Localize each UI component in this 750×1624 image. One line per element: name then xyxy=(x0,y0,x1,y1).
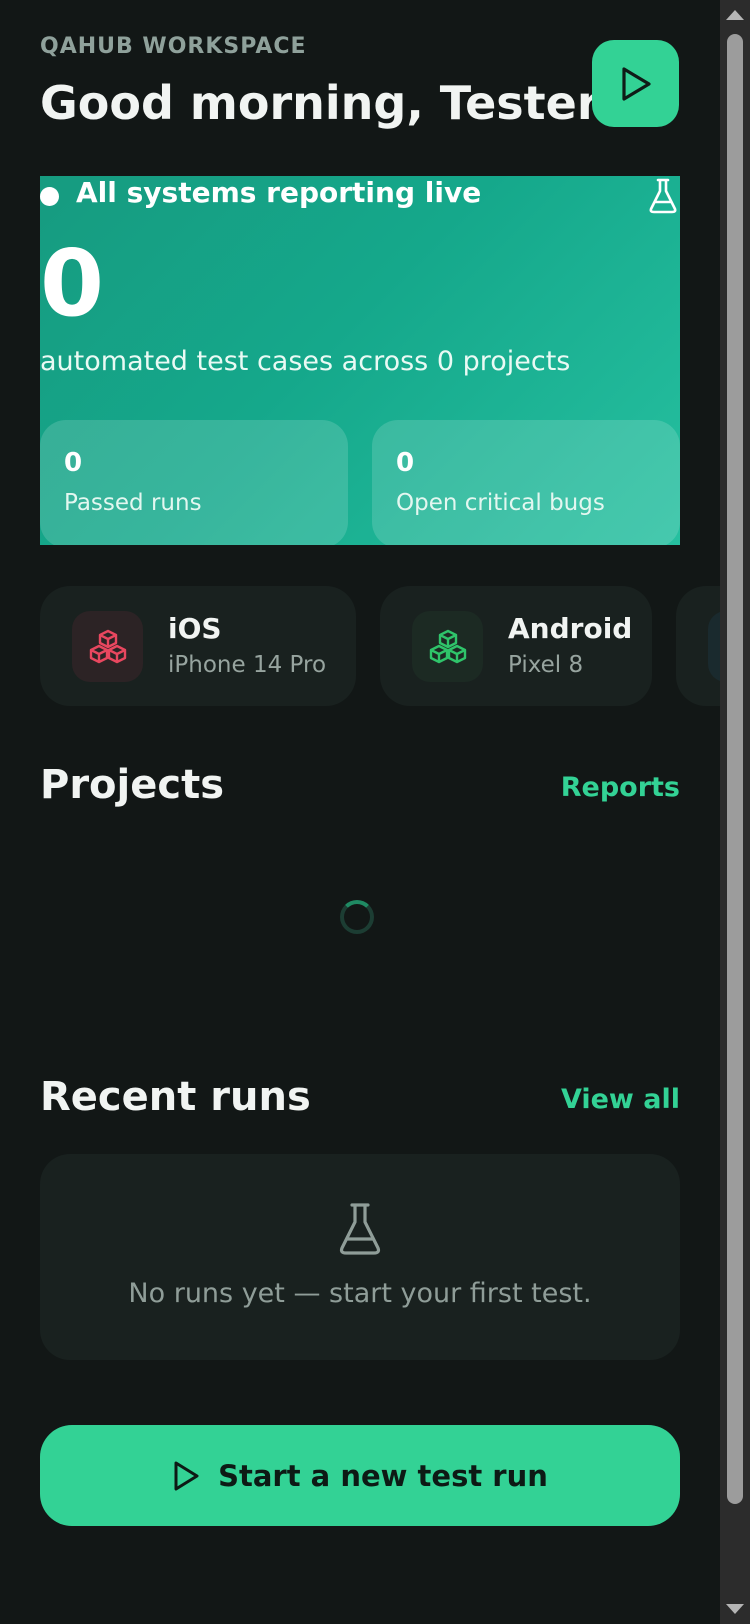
device-name: Android xyxy=(508,612,633,645)
stat-critical-bugs: 0 Open critical bugs xyxy=(372,420,680,545)
page-title: Good morning, Tester xyxy=(40,76,600,130)
home-screen: QAHUB WORKSPACE Good morning, Tester All… xyxy=(0,0,720,1624)
stat-label: Open critical bugs xyxy=(396,490,605,516)
test-case-count: 0 xyxy=(40,230,105,337)
device-card-android[interactable]: Android Pixel 8 xyxy=(380,586,652,706)
live-status-dot xyxy=(40,187,59,206)
workspace-label: QAHUB WORKSPACE xyxy=(40,34,307,59)
scroll-down-arrow-icon[interactable] xyxy=(726,1604,744,1614)
device-model: iPhone 14 Pro xyxy=(168,652,327,678)
start-test-run-button[interactable]: Start a new test run xyxy=(40,1425,680,1526)
loading-spinner xyxy=(340,900,374,934)
device-card-ios[interactable]: iOS iPhone 14 Pro xyxy=(40,586,356,706)
stat-value: 0 xyxy=(396,448,415,478)
start-test-run-label: Start a new test run xyxy=(218,1458,548,1493)
device-icon-box xyxy=(412,611,483,682)
scrollbar-thumb[interactable] xyxy=(727,34,743,1504)
device-card-partial[interactable] xyxy=(676,586,720,706)
flask-icon xyxy=(339,1203,381,1255)
cubes-icon xyxy=(429,629,466,663)
flask-icon xyxy=(649,178,677,214)
stat-value: 0 xyxy=(64,448,83,478)
scrollbar[interactable] xyxy=(720,0,750,1624)
device-icon-box xyxy=(708,611,720,682)
live-status-text: All systems reporting live xyxy=(76,176,482,209)
summary-card: All systems reporting live 0 automated t… xyxy=(40,176,680,545)
device-name: iOS xyxy=(168,612,222,645)
test-case-summary: automated test cases across 0 projects xyxy=(40,346,571,377)
stat-passed-runs: 0 Passed runs xyxy=(40,420,348,545)
stat-label: Passed runs xyxy=(64,490,202,516)
reports-link[interactable]: Reports xyxy=(561,772,680,803)
quick-run-button[interactable] xyxy=(592,40,679,127)
cubes-icon xyxy=(89,629,126,663)
device-icon-box xyxy=(72,611,143,682)
play-icon xyxy=(174,1461,199,1490)
empty-runs-card: No runs yet — start your first test. xyxy=(40,1154,680,1360)
empty-runs-text: No runs yet — start your first test. xyxy=(128,1278,592,1309)
projects-heading: Projects xyxy=(40,762,225,808)
device-model: Pixel 8 xyxy=(508,652,584,678)
play-icon xyxy=(621,66,651,101)
view-all-link[interactable]: View all xyxy=(561,1084,680,1115)
scroll-up-arrow-icon[interactable] xyxy=(726,10,744,20)
recent-runs-heading: Recent runs xyxy=(40,1074,311,1120)
